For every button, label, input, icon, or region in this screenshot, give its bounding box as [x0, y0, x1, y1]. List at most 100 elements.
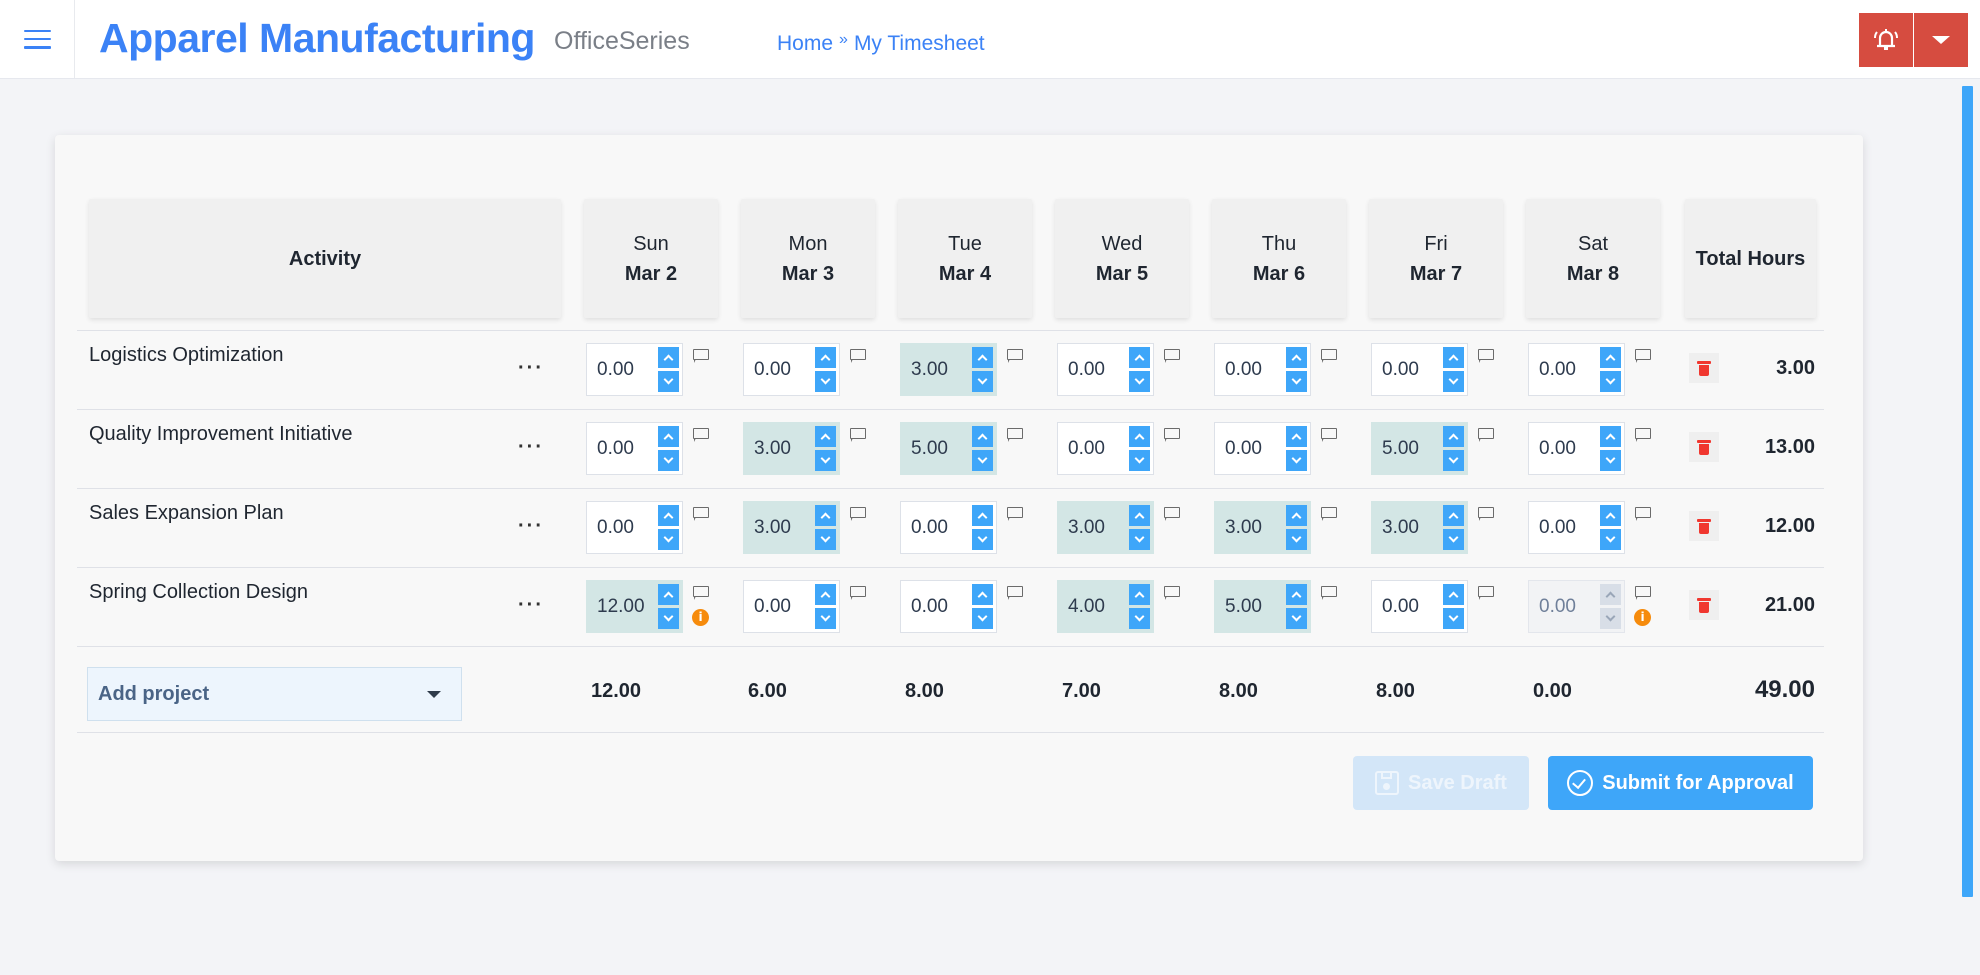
delete-row-button[interactable]	[1689, 511, 1719, 541]
hours-stepper[interactable]	[586, 343, 683, 396]
hours-input[interactable]	[1068, 581, 1128, 632]
hours-input[interactable]	[754, 502, 814, 553]
comment-icon[interactable]	[1321, 349, 1337, 363]
decrement-button[interactable]	[1443, 371, 1464, 392]
decrement-button[interactable]	[658, 608, 679, 629]
decrement-button[interactable]	[1286, 529, 1307, 550]
hours-input[interactable]	[1225, 423, 1285, 474]
comment-icon[interactable]	[1478, 586, 1494, 600]
row-options-menu-button[interactable]: ···	[518, 358, 544, 378]
hours-input[interactable]	[754, 344, 814, 395]
row-options-menu-button[interactable]: ···	[518, 516, 544, 536]
hours-stepper[interactable]	[1057, 501, 1154, 554]
decrement-button[interactable]	[1286, 450, 1307, 471]
hours-stepper[interactable]	[743, 422, 840, 475]
comment-icon[interactable]	[1635, 586, 1651, 600]
hours-input[interactable]	[1539, 344, 1599, 395]
increment-button[interactable]	[1600, 505, 1621, 526]
increment-button[interactable]	[1286, 505, 1307, 526]
increment-button[interactable]	[815, 505, 836, 526]
comment-icon[interactable]	[850, 349, 866, 363]
increment-button[interactable]	[658, 426, 679, 447]
decrement-button[interactable]	[972, 371, 993, 392]
comment-icon[interactable]	[1635, 349, 1651, 363]
decrement-button[interactable]	[1443, 529, 1464, 550]
comment-icon[interactable]	[693, 428, 709, 442]
hours-input[interactable]	[1382, 344, 1442, 395]
comment-icon[interactable]	[1321, 428, 1337, 442]
hours-stepper[interactable]	[1057, 422, 1154, 475]
increment-button[interactable]	[1286, 347, 1307, 368]
comment-icon[interactable]	[1321, 507, 1337, 521]
comment-icon[interactable]	[1007, 428, 1023, 442]
decrement-button[interactable]	[1129, 608, 1150, 629]
increment-button[interactable]	[658, 505, 679, 526]
hours-input[interactable]	[911, 344, 971, 395]
increment-button[interactable]	[1443, 347, 1464, 368]
decrement-button[interactable]	[1129, 371, 1150, 392]
comment-icon[interactable]	[693, 349, 709, 363]
increment-button[interactable]	[815, 426, 836, 447]
hours-stepper[interactable]	[1214, 343, 1311, 396]
hours-stepper[interactable]	[1528, 422, 1625, 475]
decrement-button[interactable]	[815, 371, 836, 392]
breadcrumb-my-timesheet[interactable]: My Timesheet	[854, 30, 985, 58]
comment-icon[interactable]	[1478, 507, 1494, 521]
hours-stepper[interactable]	[900, 501, 997, 554]
decrement-button[interactable]	[1443, 450, 1464, 471]
hours-stepper[interactable]	[586, 501, 683, 554]
comment-icon[interactable]	[1635, 428, 1651, 442]
save-draft-button[interactable]: Save Draft	[1353, 756, 1529, 810]
decrement-button[interactable]	[658, 529, 679, 550]
delete-row-button[interactable]	[1689, 432, 1719, 462]
breadcrumb-home[interactable]: Home	[777, 30, 833, 58]
comment-icon[interactable]	[1478, 428, 1494, 442]
hours-input[interactable]	[597, 581, 657, 632]
decrement-button[interactable]	[1443, 608, 1464, 629]
hours-input[interactable]	[1382, 581, 1442, 632]
hours-stepper[interactable]	[1214, 501, 1311, 554]
decrement-button[interactable]	[1600, 371, 1621, 392]
add-project-dropdown[interactable]: Add project	[87, 667, 462, 721]
hours-input[interactable]	[1382, 502, 1442, 553]
hours-stepper[interactable]	[1528, 501, 1625, 554]
hours-stepper[interactable]	[1371, 343, 1468, 396]
decrement-button[interactable]	[1129, 450, 1150, 471]
increment-button[interactable]	[1286, 426, 1307, 447]
decrement-button[interactable]	[1600, 529, 1621, 550]
hours-stepper[interactable]	[1528, 343, 1625, 396]
increment-button[interactable]	[815, 347, 836, 368]
decrement-button[interactable]	[1600, 450, 1621, 471]
increment-button[interactable]	[1129, 426, 1150, 447]
increment-button[interactable]	[1129, 347, 1150, 368]
comment-icon[interactable]	[1321, 586, 1337, 600]
comment-icon[interactable]	[850, 428, 866, 442]
hours-input[interactable]	[911, 502, 971, 553]
comment-icon[interactable]	[1635, 507, 1651, 521]
increment-button[interactable]	[658, 347, 679, 368]
hours-input[interactable]	[1539, 423, 1599, 474]
hours-stepper[interactable]	[1214, 422, 1311, 475]
decrement-button[interactable]	[1286, 608, 1307, 629]
increment-button[interactable]	[815, 584, 836, 605]
hours-stepper[interactable]	[1528, 580, 1625, 633]
comment-icon[interactable]	[1164, 507, 1180, 521]
comment-icon[interactable]	[1478, 349, 1494, 363]
decrement-button[interactable]	[658, 450, 679, 471]
hours-input[interactable]	[1068, 502, 1128, 553]
hamburger-menu-button[interactable]	[0, 0, 75, 78]
notifications-button[interactable]	[1859, 13, 1913, 67]
comment-icon[interactable]	[1007, 349, 1023, 363]
comment-icon[interactable]	[1164, 349, 1180, 363]
hours-stepper[interactable]	[900, 580, 997, 633]
comment-icon[interactable]	[1164, 586, 1180, 600]
hours-input[interactable]	[1068, 344, 1128, 395]
hours-input[interactable]	[754, 423, 814, 474]
hours-stepper[interactable]	[1057, 343, 1154, 396]
hours-stepper[interactable]	[586, 422, 683, 475]
hours-input[interactable]	[1225, 344, 1285, 395]
hours-input[interactable]	[754, 581, 814, 632]
hours-stepper[interactable]	[1371, 580, 1468, 633]
comment-icon[interactable]	[850, 507, 866, 521]
row-options-menu-button[interactable]: ···	[518, 595, 544, 615]
